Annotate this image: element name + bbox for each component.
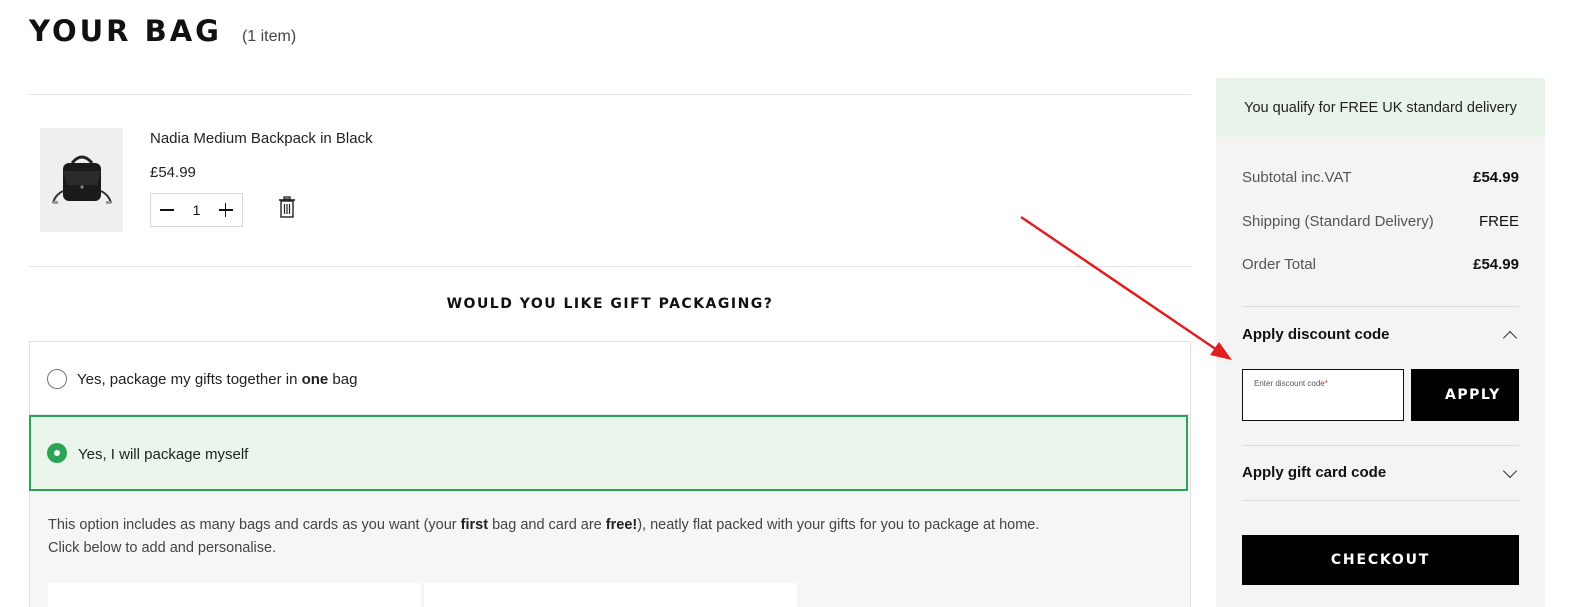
backpack-image-icon bbox=[51, 155, 112, 204]
checkout-button[interactable]: CHECKOUT bbox=[1242, 535, 1519, 585]
chevron-down-icon bbox=[1502, 463, 1518, 478]
order-total-label: Order Total bbox=[1242, 256, 1316, 273]
product-name[interactable]: Nadia Medium Backpack in Black bbox=[150, 130, 373, 147]
gift-card-card[interactable] bbox=[424, 583, 797, 607]
discount-code-field[interactable]: Enter discount code* bbox=[1242, 369, 1404, 421]
order-total-value: £54.99 bbox=[1473, 256, 1519, 273]
divider bbox=[29, 94, 1191, 95]
radio-selected[interactable] bbox=[47, 443, 67, 463]
gift-option-self-package[interactable]: Yes, I will package myself bbox=[29, 415, 1188, 491]
decrease-quantity-button[interactable] bbox=[159, 202, 175, 218]
free-delivery-banner: You qualify for FREE UK standard deliver… bbox=[1216, 78, 1545, 137]
discount-code-input[interactable] bbox=[1253, 392, 1393, 416]
discount-code-toggle[interactable]: Apply discount code bbox=[1242, 326, 1519, 345]
shipping-value: FREE bbox=[1478, 213, 1519, 230]
order-summary: You qualify for FREE UK standard deliver… bbox=[1216, 78, 1545, 607]
discount-code-label: Enter discount code* bbox=[1254, 379, 1328, 388]
gift-option-one-bag[interactable]: Yes, package my gifts together in one ba… bbox=[29, 341, 1191, 415]
divider bbox=[1242, 445, 1519, 446]
gift-card-heading: Apply gift card code bbox=[1242, 464, 1387, 481]
divider bbox=[29, 266, 1191, 267]
gift-packaging-title: WOULD YOU LIKE GIFT PACKAGING? bbox=[446, 296, 774, 312]
product-price: £54.99 bbox=[150, 164, 196, 181]
divider bbox=[1242, 306, 1519, 307]
quantity-value: 1 bbox=[192, 202, 201, 218]
radio-unselected[interactable] bbox=[47, 369, 67, 389]
subtotal-row: Subtotal inc.VAT £54.99 bbox=[1242, 169, 1519, 186]
chevron-up-icon bbox=[1502, 330, 1518, 345]
divider bbox=[1242, 500, 1519, 501]
gift-option-description: This option includes as many bags and ca… bbox=[48, 517, 1040, 556]
subtotal-value: £54.99 bbox=[1473, 169, 1519, 186]
item-count: (1 item) bbox=[241, 28, 297, 45]
page-header: YOUR BAG (1 item) bbox=[29, 14, 296, 48]
discount-code-heading: Apply discount code bbox=[1242, 326, 1390, 343]
gift-bag-card[interactable] bbox=[48, 583, 421, 607]
quantity-stepper: 1 bbox=[150, 193, 243, 227]
shipping-row: Shipping (Standard Delivery) FREE bbox=[1242, 213, 1519, 230]
gift-option-one-bag-label: Yes, package my gifts together in one ba… bbox=[77, 371, 358, 388]
product-image[interactable] bbox=[40, 128, 123, 232]
subtotal-label: Subtotal inc.VAT bbox=[1242, 169, 1352, 186]
trash-icon[interactable] bbox=[278, 196, 296, 218]
apply-discount-button[interactable]: APPLY bbox=[1411, 369, 1519, 421]
increase-quantity-button[interactable] bbox=[218, 202, 234, 218]
order-total-row: Order Total £54.99 bbox=[1242, 256, 1519, 273]
gift-option-self-package-label: Yes, I will package myself bbox=[78, 446, 249, 463]
shipping-label: Shipping (Standard Delivery) bbox=[1242, 213, 1434, 230]
gift-card-toggle[interactable]: Apply gift card code bbox=[1242, 463, 1519, 481]
page-title: YOUR BAG bbox=[29, 14, 222, 48]
